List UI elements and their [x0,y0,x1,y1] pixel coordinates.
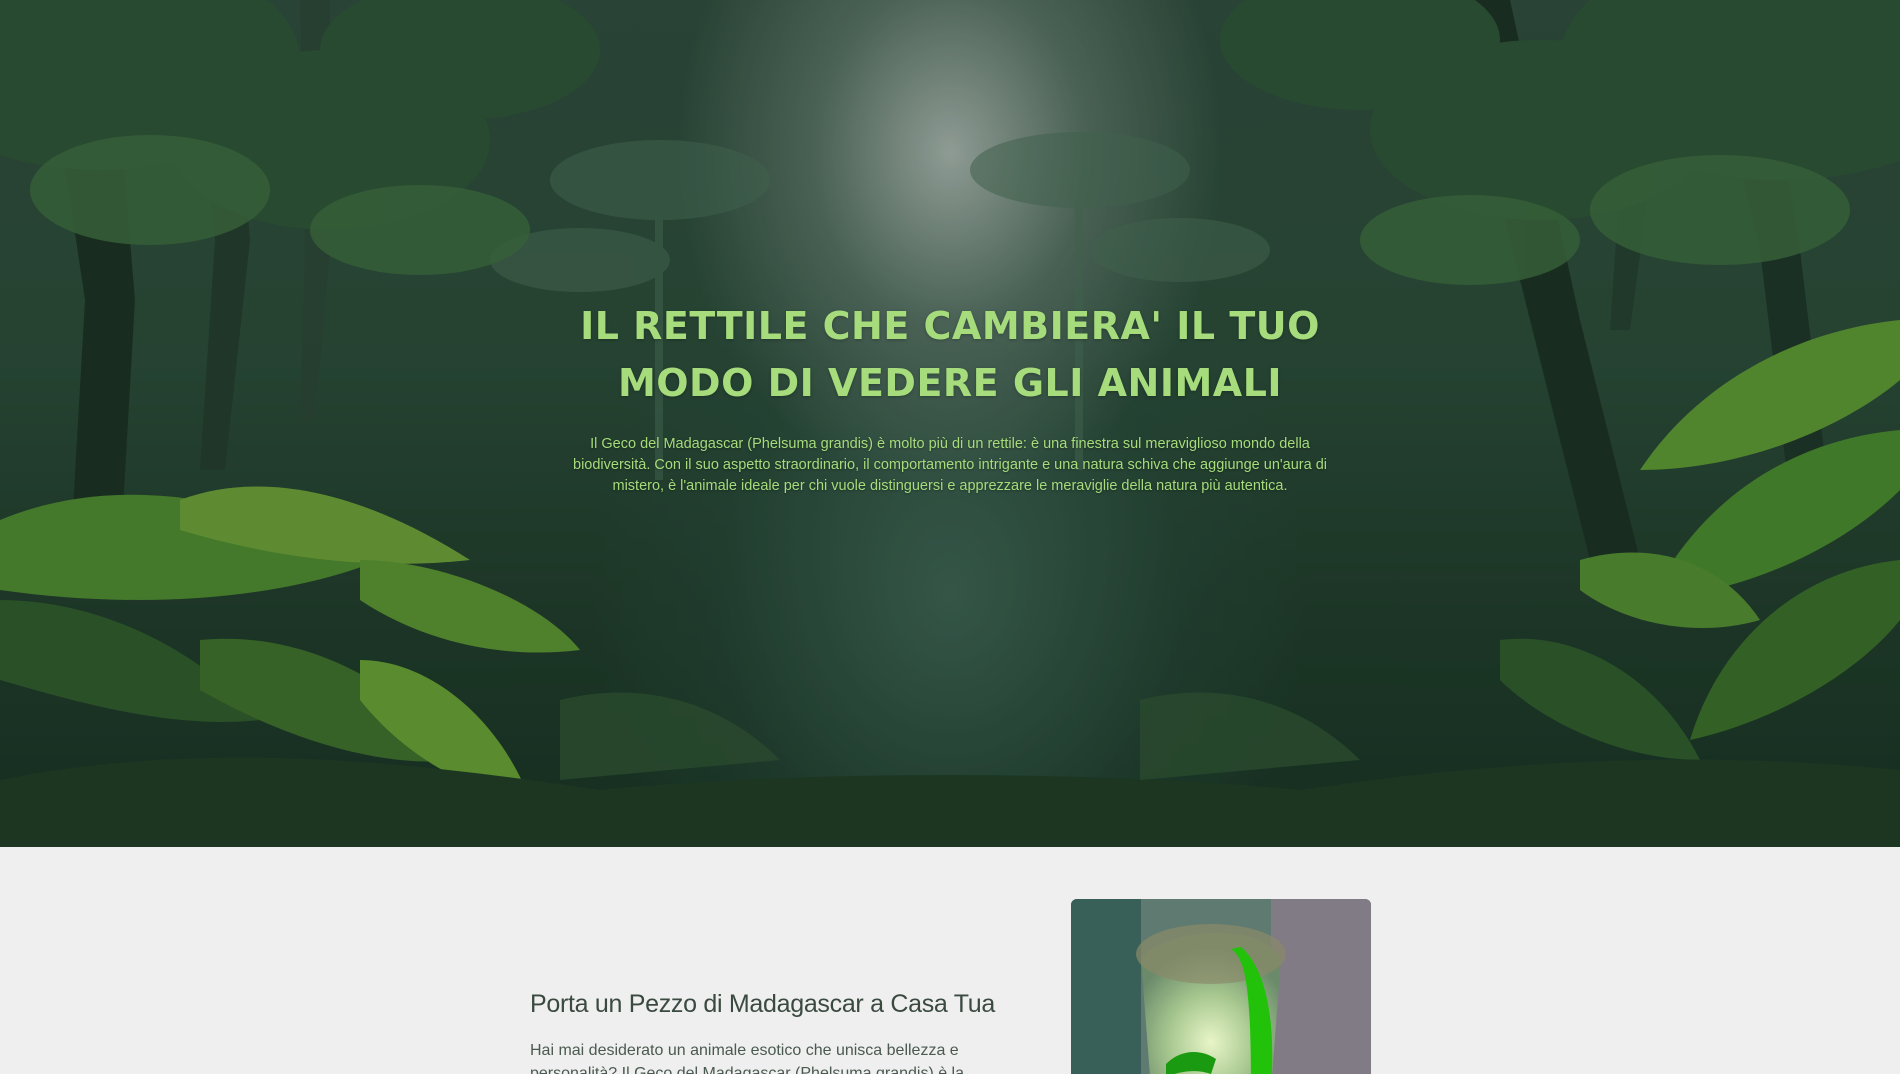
hero-section: IL RETTILE CHE CAMBIERA' IL TUO MODO DI … [0,0,1900,847]
section-heading: Porta un Pezzo di Madagascar a Casa Tua [530,990,995,1018]
intro-section: Porta un Pezzo di Madagascar a Casa Tua … [0,847,1900,1074]
hero-title: IL RETTILE CHE CAMBIERA' IL TUO MODO DI … [580,304,1320,405]
hero-description: Il Geco del Madagascar (Phelsuma grandis… [573,436,1327,494]
section-paragraph: Hai mai desiderato un animale esotico ch… [530,1042,965,1074]
gecko-image [1071,899,1371,1074]
hero-content: IL RETTILE CHE CAMBIERA' IL TUO MODO DI … [540,298,1360,497]
gecko-illustration [1071,899,1371,1074]
